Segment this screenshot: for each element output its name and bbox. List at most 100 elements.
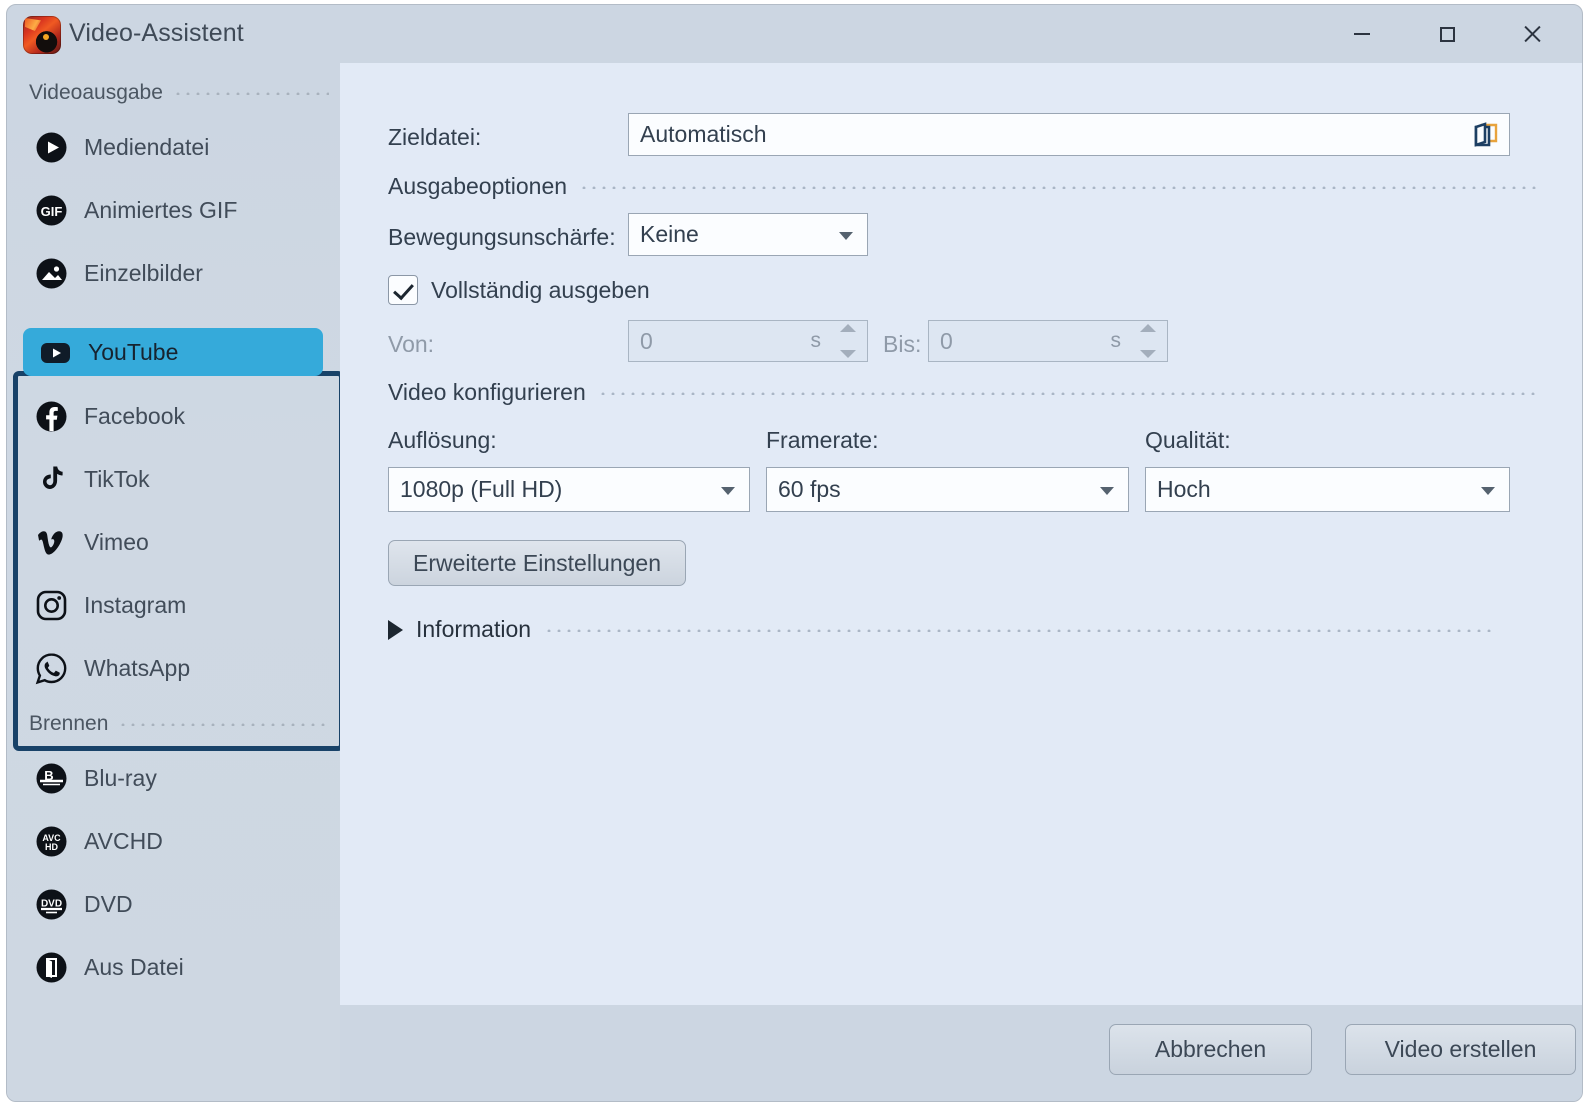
range-to-label: Bis: (883, 331, 921, 358)
sidebar-item-whatsapp[interactable]: WhatsApp (19, 644, 327, 692)
sidebar-item-aus-datei[interactable]: Aus Datei (19, 943, 327, 991)
sidebar-item-label: Facebook (84, 403, 185, 430)
sidebar-item-label: Blu-ray (84, 765, 157, 792)
stepper-up-icon[interactable] (1140, 324, 1156, 332)
information-expander[interactable]: Information (388, 616, 1496, 643)
dialog-footer: Abbrechen Video erstellen (340, 1005, 1582, 1101)
open-folder-icon[interactable] (1469, 118, 1503, 152)
range-to-value: 0 (940, 328, 953, 355)
chevron-down-icon (1481, 487, 1495, 495)
stepper-down-icon[interactable] (1140, 350, 1156, 358)
range-to-stepper[interactable] (1139, 324, 1157, 358)
sidebar-item-label: Mediendatei (84, 134, 209, 161)
maximize-icon (1440, 27, 1455, 42)
minimize-button[interactable] (1328, 5, 1396, 63)
sidebar-item-label: YouTube (88, 339, 178, 366)
range-from-value: 0 (640, 328, 653, 355)
section-dotted-rule (173, 91, 329, 95)
output-options-heading: Ausgabeoptionen (388, 173, 1540, 200)
close-icon (1523, 25, 1542, 44)
motion-blur-label: Bewegungsunschärfe: (388, 224, 616, 251)
range-from-input[interactable]: 0 s (628, 320, 868, 362)
bluray-icon: B (35, 762, 68, 795)
sidebar-section-brennen: Brennen (29, 712, 329, 736)
sidebar-section-videoausgabe: Videoausgabe (29, 81, 329, 105)
information-label: Information (416, 616, 531, 643)
sidebar-item-label: Vimeo (84, 529, 149, 556)
sidebar-item-avchd[interactable]: AVCHD AVCHD (19, 817, 327, 865)
sidebar-item-label: Instagram (84, 592, 186, 619)
minimize-icon (1354, 33, 1370, 35)
section-dotted-rule (544, 628, 1496, 632)
sidebar-item-instagram[interactable]: Instagram (19, 581, 327, 629)
full-output-checkbox[interactable] (388, 275, 418, 305)
framerate-value: 60 fps (778, 476, 841, 503)
create-video-button[interactable]: Video erstellen (1345, 1024, 1576, 1075)
stepper-up-icon[interactable] (840, 324, 856, 332)
facebook-icon (35, 400, 68, 433)
svg-text:HD: HD (45, 842, 58, 852)
section-dotted-rule (579, 185, 1540, 189)
sidebar-item-label: WhatsApp (84, 655, 190, 682)
sidebar-section-label: Brennen (29, 712, 108, 736)
video-assistant-window: Video-Assistent Videoausgabe Mediendatei… (6, 4, 1583, 1102)
video-config-heading: Video konfigurieren (388, 379, 1540, 406)
quality-value: Hoch (1157, 476, 1211, 503)
target-file-input[interactable]: Automatisch (628, 113, 1510, 156)
youtube-icon (39, 336, 72, 369)
whatsapp-icon (35, 652, 68, 685)
range-to-input[interactable]: 0 s (928, 320, 1168, 362)
sidebar-item-label: Animiertes GIF (84, 197, 237, 224)
framerate-label: Framerate: (766, 427, 878, 454)
sidebar-item-label: Einzelbilder (84, 260, 203, 287)
sidebar-item-dvd[interactable]: DVD DVD (19, 880, 327, 928)
section-label: Ausgabeoptionen (388, 173, 567, 200)
resolution-select[interactable]: 1080p (Full HD) (388, 467, 750, 512)
create-label: Video erstellen (1385, 1036, 1537, 1063)
range-from-stepper[interactable] (839, 324, 857, 358)
sidebar-item-youtube[interactable]: YouTube (23, 328, 323, 376)
sidebar-item-label: Aus Datei (84, 954, 184, 981)
chevron-down-icon (1100, 487, 1114, 495)
play-circle-icon (35, 131, 68, 164)
motion-blur-value: Keine (640, 221, 699, 248)
target-file-label: Zieldatei: (388, 124, 481, 151)
sidebar-item-blu-ray[interactable]: B Blu-ray (19, 754, 327, 802)
window-title: Video-Assistent (69, 19, 244, 48)
full-output-label: Vollständig ausgeben (431, 277, 650, 304)
vimeo-icon (35, 526, 68, 559)
maximize-button[interactable] (1413, 5, 1481, 63)
advanced-settings-label: Erweiterte Einstellungen (413, 550, 661, 577)
tiktok-icon (35, 463, 68, 496)
range-from-label: Von: (388, 331, 434, 358)
svg-text:GIF: GIF (41, 204, 63, 219)
sidebar-item-label: TikTok (84, 466, 150, 493)
section-dotted-rule (118, 722, 329, 726)
sidebar-item-tiktok[interactable]: TikTok (19, 455, 327, 503)
dvd-icon: DVD (35, 888, 68, 921)
gif-circle-icon: GIF (35, 194, 68, 227)
sidebar-section-label: Videoausgabe (29, 81, 163, 105)
sidebar-item-einzelbilder[interactable]: Einzelbilder (19, 249, 327, 297)
sidebar-item-label: AVCHD (84, 828, 163, 855)
resolution-label: Auflösung: (388, 427, 497, 454)
stepper-down-icon[interactable] (840, 350, 856, 358)
target-file-value: Automatisch (640, 121, 767, 148)
quality-select[interactable]: Hoch (1145, 467, 1510, 512)
chevron-down-icon (721, 487, 735, 495)
section-label: Video konfigurieren (388, 379, 586, 406)
close-button[interactable] (1498, 5, 1566, 63)
cancel-button[interactable]: Abbrechen (1109, 1024, 1312, 1075)
chevron-right-icon (388, 620, 403, 640)
sidebar-item-mediendatei[interactable]: Mediendatei (19, 123, 327, 171)
sidebar-item-facebook[interactable]: Facebook (19, 392, 327, 440)
sidebar-item-vimeo[interactable]: Vimeo (19, 518, 327, 566)
framerate-select[interactable]: 60 fps (766, 467, 1129, 512)
video-assistant-logo-icon (23, 16, 61, 54)
sidebar-item-animiertes-gif[interactable]: GIF Animiertes GIF (19, 186, 327, 234)
advanced-settings-button[interactable]: Erweiterte Einstellungen (388, 540, 686, 586)
settings-panel: Zieldatei: Automatisch Ausgabeoptionen B… (340, 63, 1583, 1005)
full-output-checkbox-row[interactable]: Vollständig ausgeben (388, 275, 650, 305)
title-bar: Video-Assistent (7, 5, 1582, 63)
motion-blur-select[interactable]: Keine (628, 213, 868, 256)
